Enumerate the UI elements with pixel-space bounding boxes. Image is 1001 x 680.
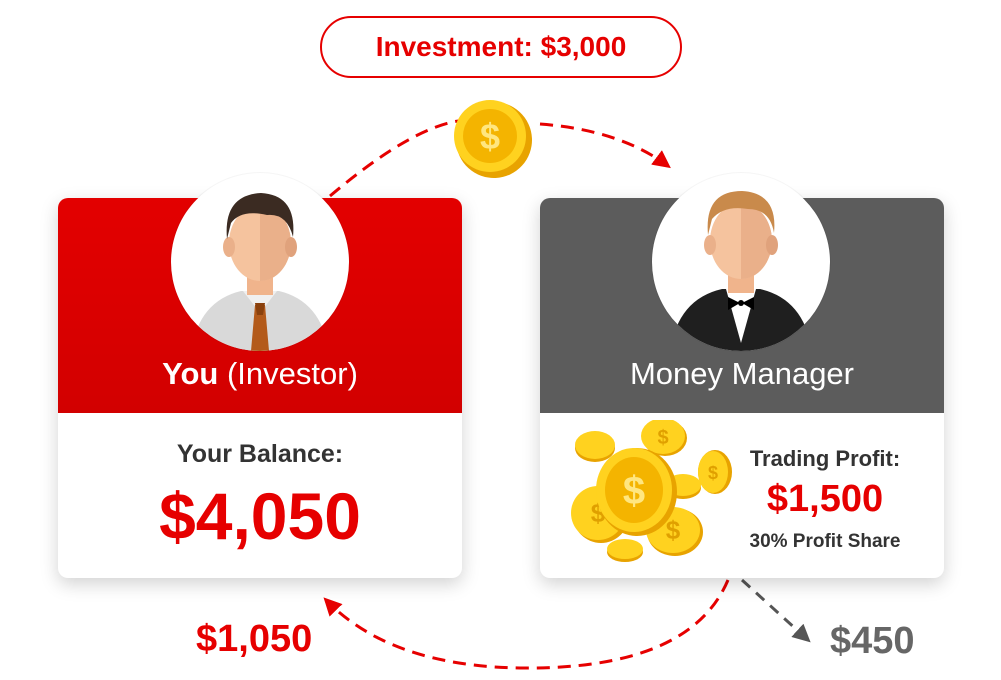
coin-pile-icon: $ $ $ $ $ — [571, 420, 732, 562]
return-arrow — [323, 579, 730, 670]
investment-label: Investment: $3,000 — [375, 31, 627, 62]
manager-avatar-icon — [652, 173, 830, 351]
investor-role: (Investor) — [226, 356, 358, 391]
profit-share-label: 30% Profit Share — [749, 531, 901, 552]
manager-fee-amount: $450 — [830, 620, 915, 662]
trading-profit-value: $1,500 — [766, 478, 884, 520]
svg-text:$: $ — [480, 116, 500, 157]
manager-title: Money Manager — [629, 356, 854, 391]
svg-text:$: $ — [708, 463, 718, 483]
balance-label: Your Balance: — [176, 440, 344, 468]
svg-text:$: $ — [623, 469, 645, 513]
svg-text:$: $ — [657, 427, 668, 449]
investor-avatar-icon — [171, 173, 349, 351]
investor-title: You (Investor) — [58, 356, 462, 392]
fee-arrow — [740, 578, 811, 643]
investment-badge: Investment: $3,000 — [320, 16, 682, 78]
balance-value: $4,050 — [159, 479, 361, 553]
trading-profit-label: Trading Profit: — [749, 446, 901, 471]
coin-icon: $ — [454, 100, 532, 178]
investor-name: You — [162, 356, 219, 391]
return-amount: $1,050 — [196, 618, 313, 660]
